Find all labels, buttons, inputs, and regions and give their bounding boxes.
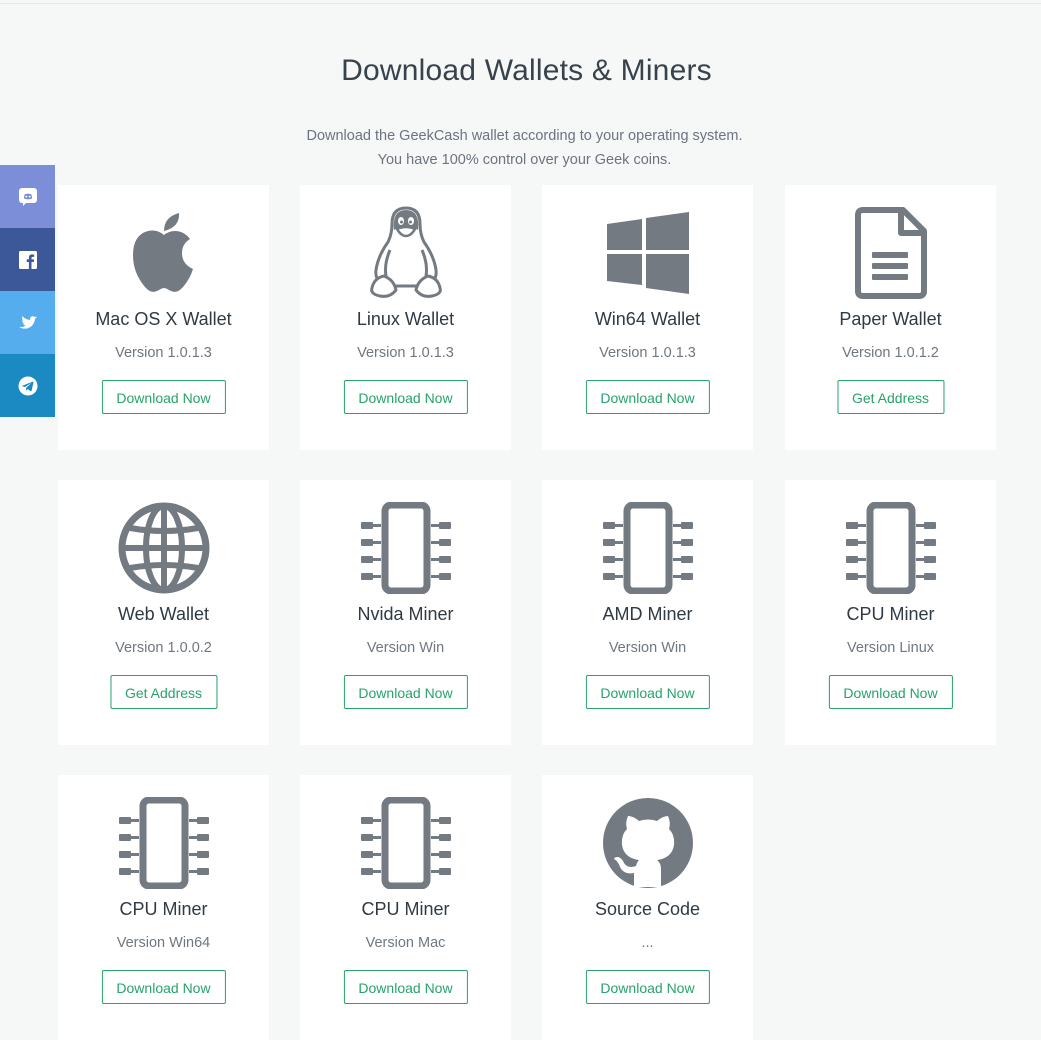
- download-button[interactable]: Download Now: [585, 970, 710, 1004]
- card-cpu-miner-win64: CPU Miner Version Win64 Download Now: [58, 775, 269, 1040]
- discord-icon: [18, 187, 37, 206]
- github-icon: [602, 798, 693, 888]
- chip-icon: [118, 797, 209, 889]
- card-version: Version 1.0.1.2: [842, 345, 939, 361]
- download-button[interactable]: Download Now: [101, 970, 226, 1004]
- card-version: Version Linux: [846, 640, 935, 656]
- card-paper-wallet: Paper Wallet Version 1.0.1.2 Get Address: [785, 185, 996, 450]
- subtitle-line: You have 100% control over your Geek coi…: [377, 152, 672, 168]
- card-title: CPU Miner: [119, 899, 208, 919]
- chip-icon: [602, 502, 693, 594]
- get-address-button[interactable]: Get Address: [836, 380, 945, 414]
- card-nvidia-miner: Nvida Miner Version Win Download Now: [300, 480, 511, 745]
- telegram-icon: [18, 376, 37, 395]
- download-button[interactable]: Download Now: [343, 970, 468, 1004]
- card-version: Version 1.0.0.2: [115, 640, 212, 656]
- card-title: AMD Miner: [602, 604, 693, 624]
- apple-icon: [132, 213, 193, 292]
- download-button[interactable]: Download Now: [343, 675, 468, 709]
- document-icon: [854, 207, 927, 299]
- card-web-wallet: Web Wallet Version 1.0.0.2 Get Address: [58, 480, 269, 745]
- twitter-icon: [18, 315, 37, 329]
- card-win64-wallet: Win64 Wallet Version 1.0.1.3 Download No…: [542, 185, 753, 450]
- card-amd-miner: AMD Miner Version Win Download Now: [542, 480, 753, 745]
- discord-button[interactable]: [0, 165, 55, 228]
- card-mac-wallet: Mac OS X Wallet Version 1.0.1.3 Download…: [58, 185, 269, 450]
- card-title: Paper Wallet: [839, 309, 942, 329]
- card-title: CPU Miner: [846, 604, 935, 624]
- card-version: ...: [641, 935, 654, 951]
- twitter-button[interactable]: [0, 291, 55, 354]
- subtitle-line: Download the GeekCash wallet according t…: [306, 128, 743, 144]
- facebook-icon: [18, 250, 37, 269]
- card-title: Source Code: [594, 899, 701, 919]
- social-share-bar: [0, 165, 55, 417]
- get-address-button[interactable]: Get Address: [109, 675, 218, 709]
- card-title: Linux Wallet: [356, 309, 455, 329]
- windows-icon: [606, 212, 689, 294]
- page-title: Download Wallets & Miners: [341, 54, 712, 87]
- download-button[interactable]: Download Now: [343, 380, 468, 414]
- card-title: Web Wallet: [117, 604, 210, 624]
- globe-icon: [118, 502, 209, 594]
- download-button[interactable]: Download Now: [828, 675, 953, 709]
- card-version: Version Win: [608, 640, 687, 656]
- download-button[interactable]: Download Now: [585, 380, 710, 414]
- card-title: Nvida Miner: [357, 604, 454, 624]
- card-title: Mac OS X Wallet: [95, 309, 232, 329]
- top-divider: [0, 3, 1041, 4]
- card-version: Version 1.0.1.3: [115, 345, 212, 361]
- telegram-button[interactable]: [0, 354, 55, 417]
- card-version: Version Mac: [365, 935, 446, 951]
- card-source-code: Source Code ... Download Now: [542, 775, 753, 1040]
- card-title: CPU Miner: [361, 899, 450, 919]
- linux-icon: [369, 206, 442, 298]
- download-button[interactable]: Download Now: [585, 675, 710, 709]
- card-version: Version 1.0.1.3: [357, 345, 454, 361]
- card-cpu-miner-linux: CPU Miner Version Linux Download Now: [785, 480, 996, 745]
- facebook-button[interactable]: [0, 228, 55, 291]
- chip-icon: [360, 502, 451, 594]
- card-linux-wallet: Linux Wallet Version 1.0.1.3 Download No…: [300, 185, 511, 450]
- chip-icon: [360, 797, 451, 889]
- page-subtitle: Download the GeekCash wallet according t…: [0, 124, 1041, 172]
- download-button[interactable]: Download Now: [101, 380, 226, 414]
- card-version: Version 1.0.1.3: [599, 345, 696, 361]
- card-title: Win64 Wallet: [594, 309, 701, 329]
- card-version: Version Win64: [116, 935, 211, 951]
- card-cpu-miner-mac: CPU Miner Version Mac Download Now: [300, 775, 511, 1040]
- card-version: Version Win: [366, 640, 445, 656]
- chip-icon: [845, 502, 936, 594]
